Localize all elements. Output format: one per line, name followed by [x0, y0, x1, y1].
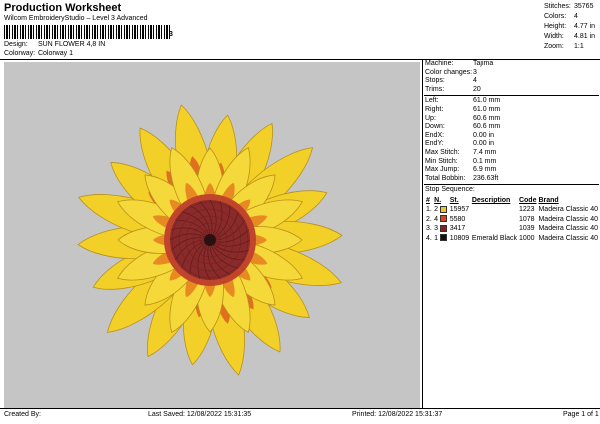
info-right: Right: 61.0 mm [425, 105, 501, 113]
footer-divider [0, 408, 600, 409]
stat-zoom: Zoom: 1:1 [544, 43, 584, 50]
row-description [471, 224, 518, 234]
row-stitches: 10809 [449, 234, 470, 242]
row-stitches: 5580 [449, 215, 466, 223]
stat-stitches: Stitches: 35765 [544, 3, 594, 10]
info-min-stitch: Min Stitch: 0.1 mm [425, 157, 497, 165]
col-stitches: St. [449, 197, 459, 204]
stop-sequence-title: Stop Sequence: [425, 186, 475, 194]
barcode-digit: 3 [169, 31, 173, 38]
col-description: Description [471, 197, 511, 204]
row-needle: 3 [433, 224, 449, 234]
color-swatch [440, 224, 447, 232]
info-divider [424, 95, 599, 97]
row-code: 1000 [518, 234, 535, 242]
row-code: 1078 [518, 215, 535, 223]
info-trims: Trims: 20 [425, 85, 481, 93]
sunflower-design [77, 104, 343, 376]
info-max-stitch: Max Stitch: 7.4 mm [425, 148, 497, 156]
color-swatch [440, 215, 447, 223]
design-row: Design: SUN FLOWER 4,8 IN [4, 41, 105, 48]
design-value: SUN FLOWER 4,8 IN [37, 41, 106, 48]
footer-created-by: Created By: [4, 411, 41, 418]
info-divider [424, 184, 599, 186]
info-machine: Machine: Tajima [425, 60, 494, 67]
info-down: Down: 60.6 mm [425, 123, 501, 131]
row-needle: 2 [433, 205, 449, 215]
info-color-changes: Color changes: 3 [425, 68, 477, 76]
col-n: N. [434, 197, 442, 204]
info-stops: Stops: 4 [425, 77, 477, 85]
footer-page: Page 1 of 1 [563, 411, 599, 418]
row-stitches: 3417 [449, 225, 466, 232]
stat-width: Width: 4.81 in [544, 33, 596, 40]
stop-sequence-table: # N. St. Description Code Brand 1. 2 1595… [425, 196, 599, 243]
row-needle: 4 [433, 215, 449, 225]
table-header-row: # N. St. Description Code Brand [425, 196, 599, 205]
info-left: Left: 61.0 mm [425, 97, 501, 105]
row-stitches: 15957 [449, 206, 470, 213]
col-index: # [426, 197, 430, 204]
design-label: Design: [4, 41, 28, 48]
colorway-value: Colorway 1 [37, 50, 73, 57]
row-needle: 1 [433, 234, 449, 244]
table-row: 1. 2 15957 1223 Madeira Classic 40 [425, 205, 599, 215]
row-brand: Madeira Classic 40 [538, 206, 598, 213]
stats-box: Stitches: 35765 Colors: 4 Height: 4.77 in W… [544, 2, 598, 52]
row-index: 2. [426, 215, 432, 223]
row-brand: Madeira Classic 40 [538, 234, 598, 242]
col-brand: Brand [538, 197, 559, 204]
page-title: Production Worksheet [4, 2, 122, 14]
stat-colors: Colors: 4 [544, 13, 578, 20]
row-brand: Madeira Classic 40 [538, 225, 598, 232]
table-row: 4. 1 10809 Emerald Black 1000 Madeira Classi… [425, 234, 599, 244]
machine-info-panel: Machine: Tajima Color changes: 3 Stops: 4 T… [424, 60, 599, 195]
info-total-bobbin: Total Bobbin: 236.63ft [425, 174, 499, 182]
row-description: Emerald Black [471, 234, 517, 242]
row-index: 1. [426, 206, 432, 213]
flower-center [164, 194, 256, 286]
row-description [471, 215, 518, 225]
colorway-label: Colorway: [4, 50, 36, 57]
barcode [4, 25, 172, 39]
info-up: Up: 60.6 mm [425, 114, 501, 122]
col-code: Code [518, 197, 537, 204]
row-index: 3. [426, 225, 432, 232]
table-row: 2. 4 5580 1078 Madeira Classic 40 [425, 215, 599, 225]
row-code: 1039 [518, 225, 535, 232]
info-max-jump: Max Jump: 6.9 mm [425, 166, 497, 174]
row-code: 1223 [518, 206, 535, 213]
colorway-row: Colorway: Colorway 1 [4, 50, 73, 57]
footer-printed: Printed: 12/08/2022 15:31:37 [352, 411, 443, 418]
row-brand: Madeira Classic 40 [538, 215, 598, 223]
info-endy: EndY: 0.00 in [425, 140, 495, 148]
table-row: 3. 3 3417 1039 Madeira Classic 40 [425, 224, 599, 234]
stat-height: Height: 4.77 in [544, 23, 596, 30]
footer-last-saved: Last Saved: 12/08/2022 15:31:35 [148, 411, 252, 418]
color-swatch [440, 234, 447, 242]
software-subtitle: Wilcom EmbroideryStudio – Level 3 Advanc… [4, 15, 148, 22]
row-description [471, 205, 518, 215]
info-endx: EndX: 0.00 in [425, 131, 495, 139]
canvas-divider [422, 59, 423, 408]
design-preview [4, 62, 420, 408]
row-index: 4. [426, 234, 432, 242]
color-swatch [440, 205, 447, 213]
